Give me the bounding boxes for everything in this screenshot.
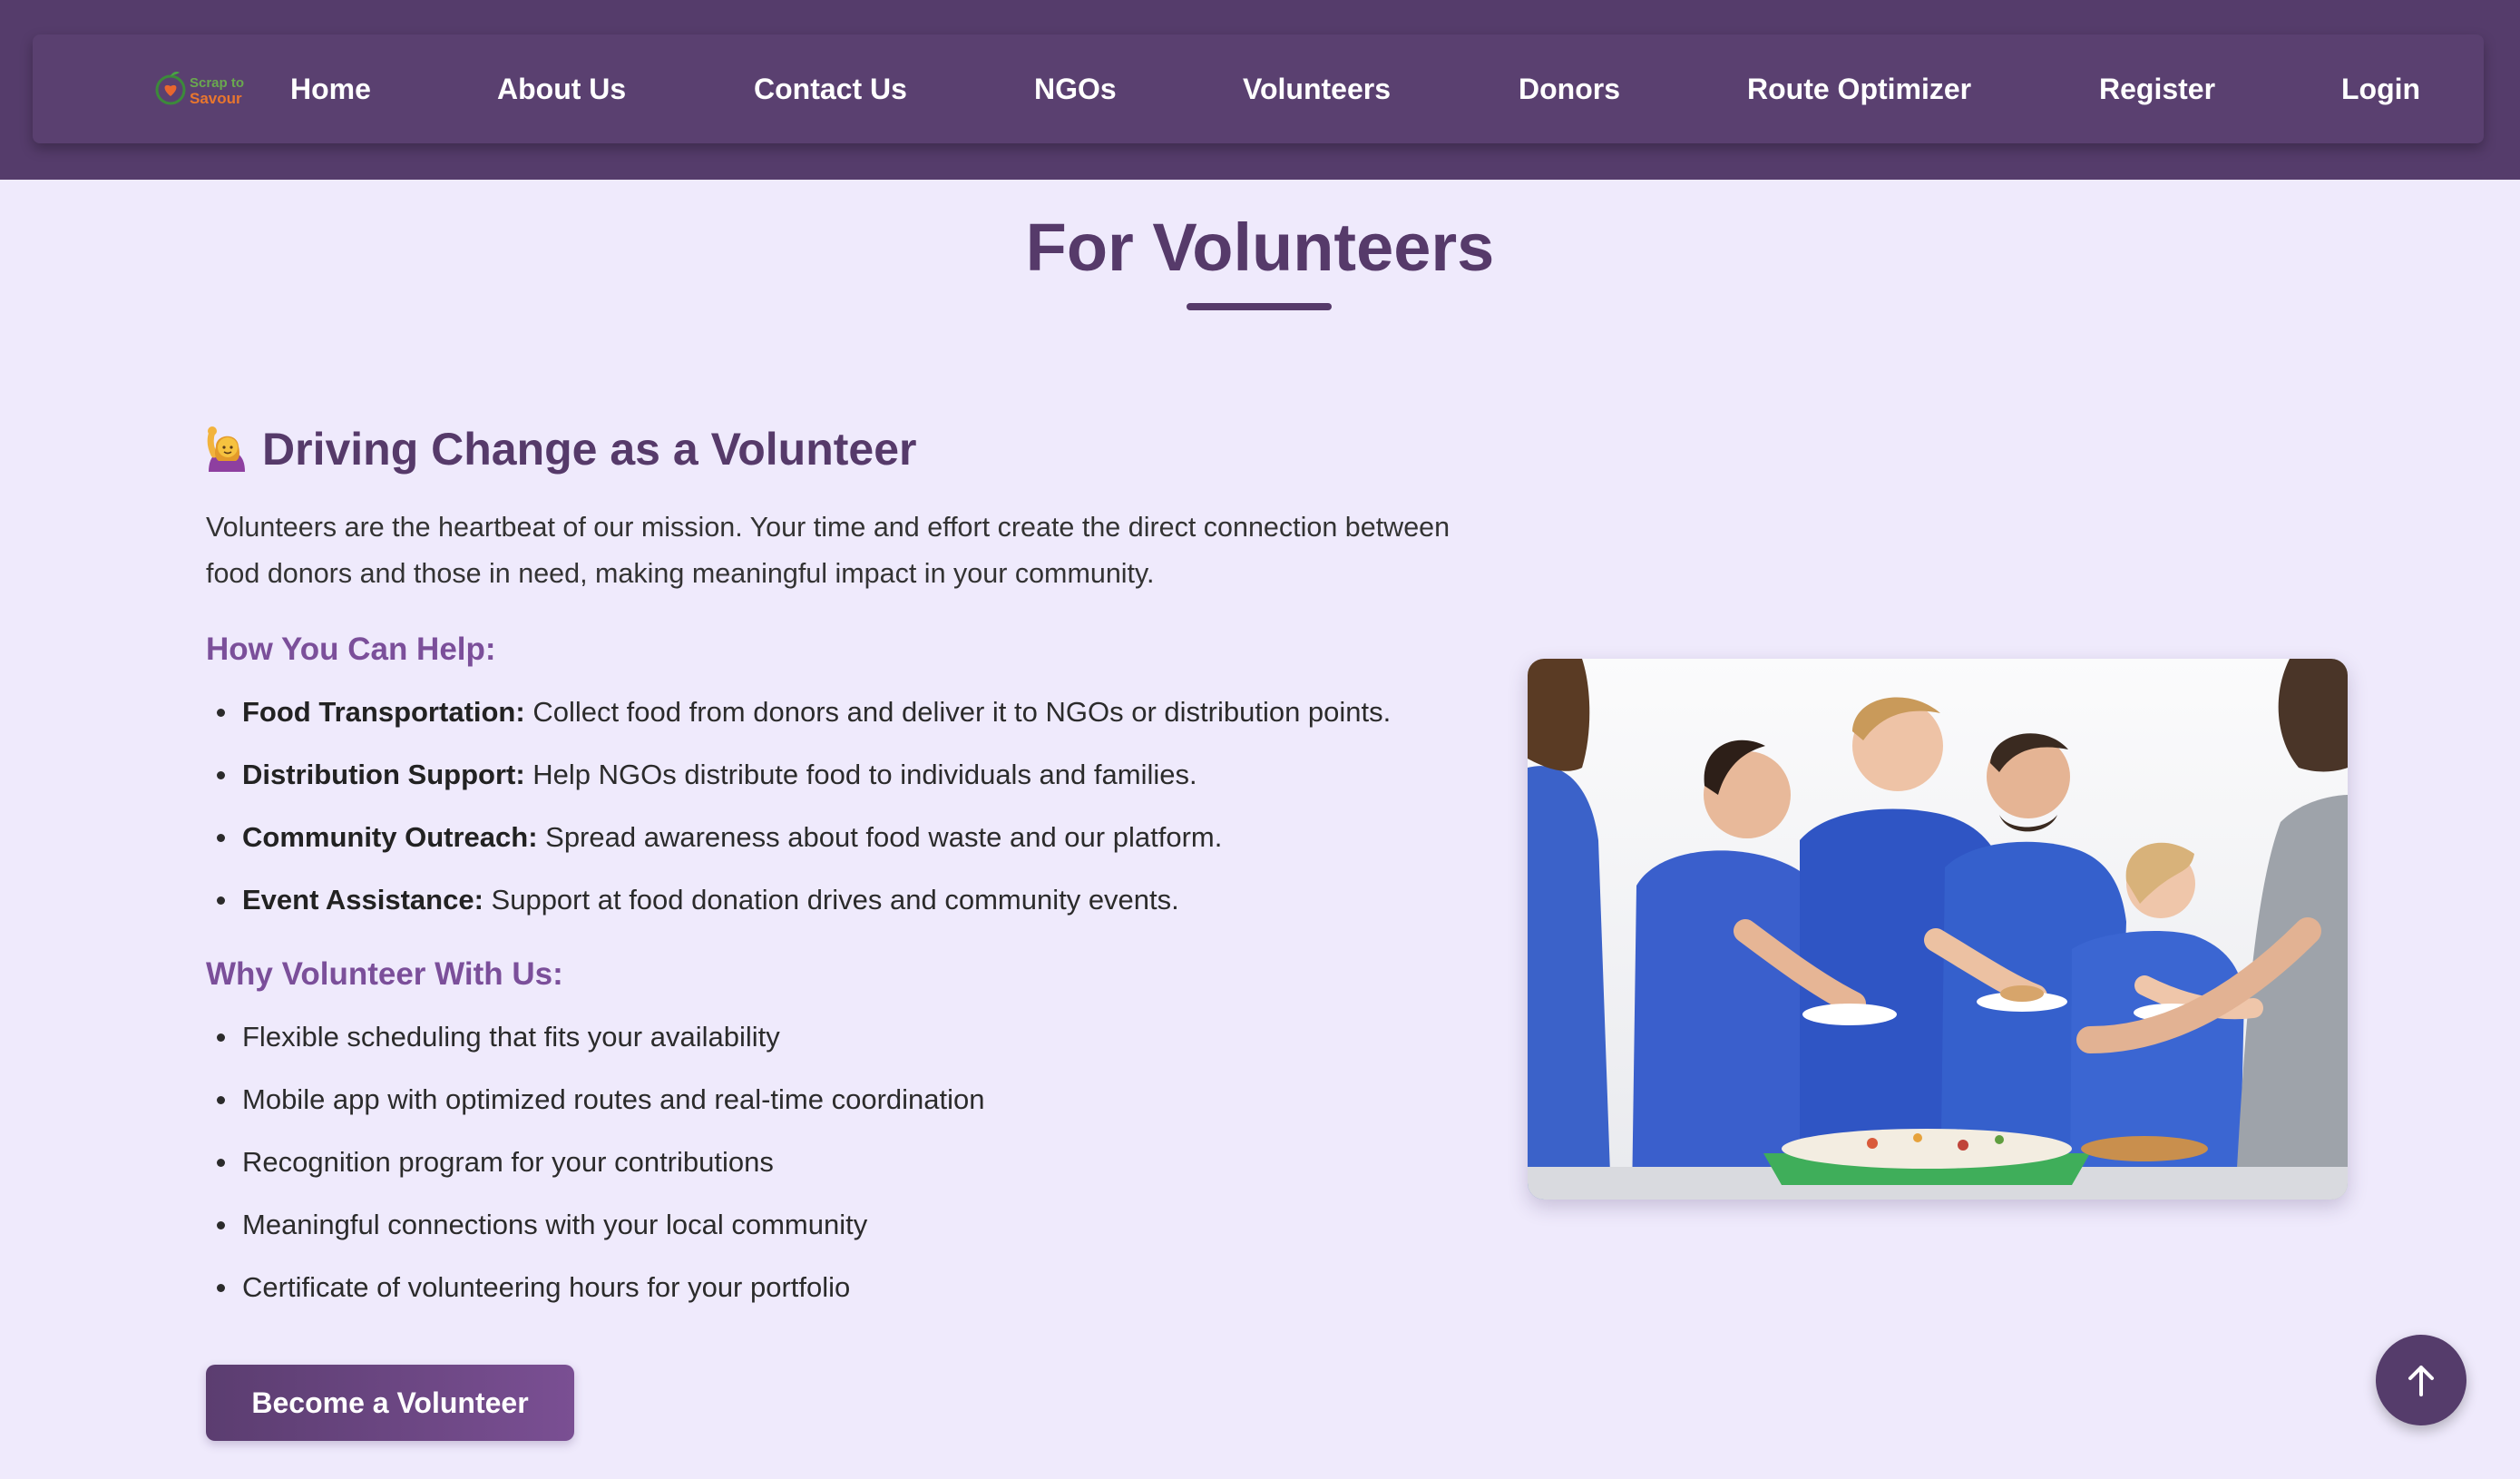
svg-text:Savour: Savour [190,90,242,107]
volunteers-serving-food-illustration [1528,659,2348,1200]
nav-register[interactable]: Register [2099,34,2215,143]
nav-volunteers[interactable]: Volunteers [1243,34,1391,143]
nav-about-us[interactable]: About Us [497,34,626,143]
help-item-food-transportation: Food Transportation: Collect food from d… [206,690,1391,752]
arrow-up-icon [2408,1366,2434,1396]
help-list: Food Transportation: Collect food from d… [206,690,1391,940]
nav-ngos[interactable]: NGOs [1034,34,1117,143]
title-underline [1187,303,1332,310]
why-item: Meaningful connections with your local c… [206,1202,985,1265]
why-list: Flexible scheduling that fits your avail… [206,1014,985,1327]
intro-paragraph: Volunteers are the heartbeat of our miss… [206,512,1450,589]
nav-login[interactable]: Login [2341,34,2420,143]
page-title: For Volunteers [1025,210,1495,285]
section-heading: Driving Change as a Volunteer [206,417,916,481]
why-item: Mobile app with optimized routes and rea… [206,1077,985,1140]
nav-route-optimizer[interactable]: Route Optimizer [1747,34,1971,143]
section-heading-text: Driving Change as a Volunteer [262,424,917,475]
site-logo[interactable]: Scrap to Savour [152,64,254,114]
why-item: Flexible scheduling that fits your avail… [206,1014,985,1077]
help-item-event-assistance: Event Assistance: Support at food donati… [206,877,1391,940]
why-heading: Why Volunteer With Us: [206,956,563,992]
person-raising-hand-icon [206,426,248,472]
navbar: Scrap to Savour Home About Us Contact Us… [33,34,2484,143]
why-item: Recognition program for your contributio… [206,1140,985,1202]
help-heading: How You Can Help: [206,632,496,667]
svg-text:Scrap to: Scrap to [190,75,244,91]
scroll-to-top-button[interactable] [2376,1335,2466,1425]
help-item-distribution-support: Distribution Support: Help NGOs distribu… [206,752,1391,815]
nav-contact-us[interactable]: Contact Us [754,34,907,143]
nav-donors[interactable]: Donors [1519,34,1620,143]
volunteers-photo [1528,659,2348,1200]
why-item: Certificate of volunteering hours for yo… [206,1265,985,1327]
header: Scrap to Savour Home About Us Contact Us… [0,0,2520,180]
nav-home[interactable]: Home [290,34,371,143]
help-item-community-outreach: Community Outreach: Spread awareness abo… [206,815,1391,877]
logo-icon: Scrap to Savour [155,72,244,107]
become-volunteer-button[interactable]: Become a Volunteer [206,1365,574,1441]
